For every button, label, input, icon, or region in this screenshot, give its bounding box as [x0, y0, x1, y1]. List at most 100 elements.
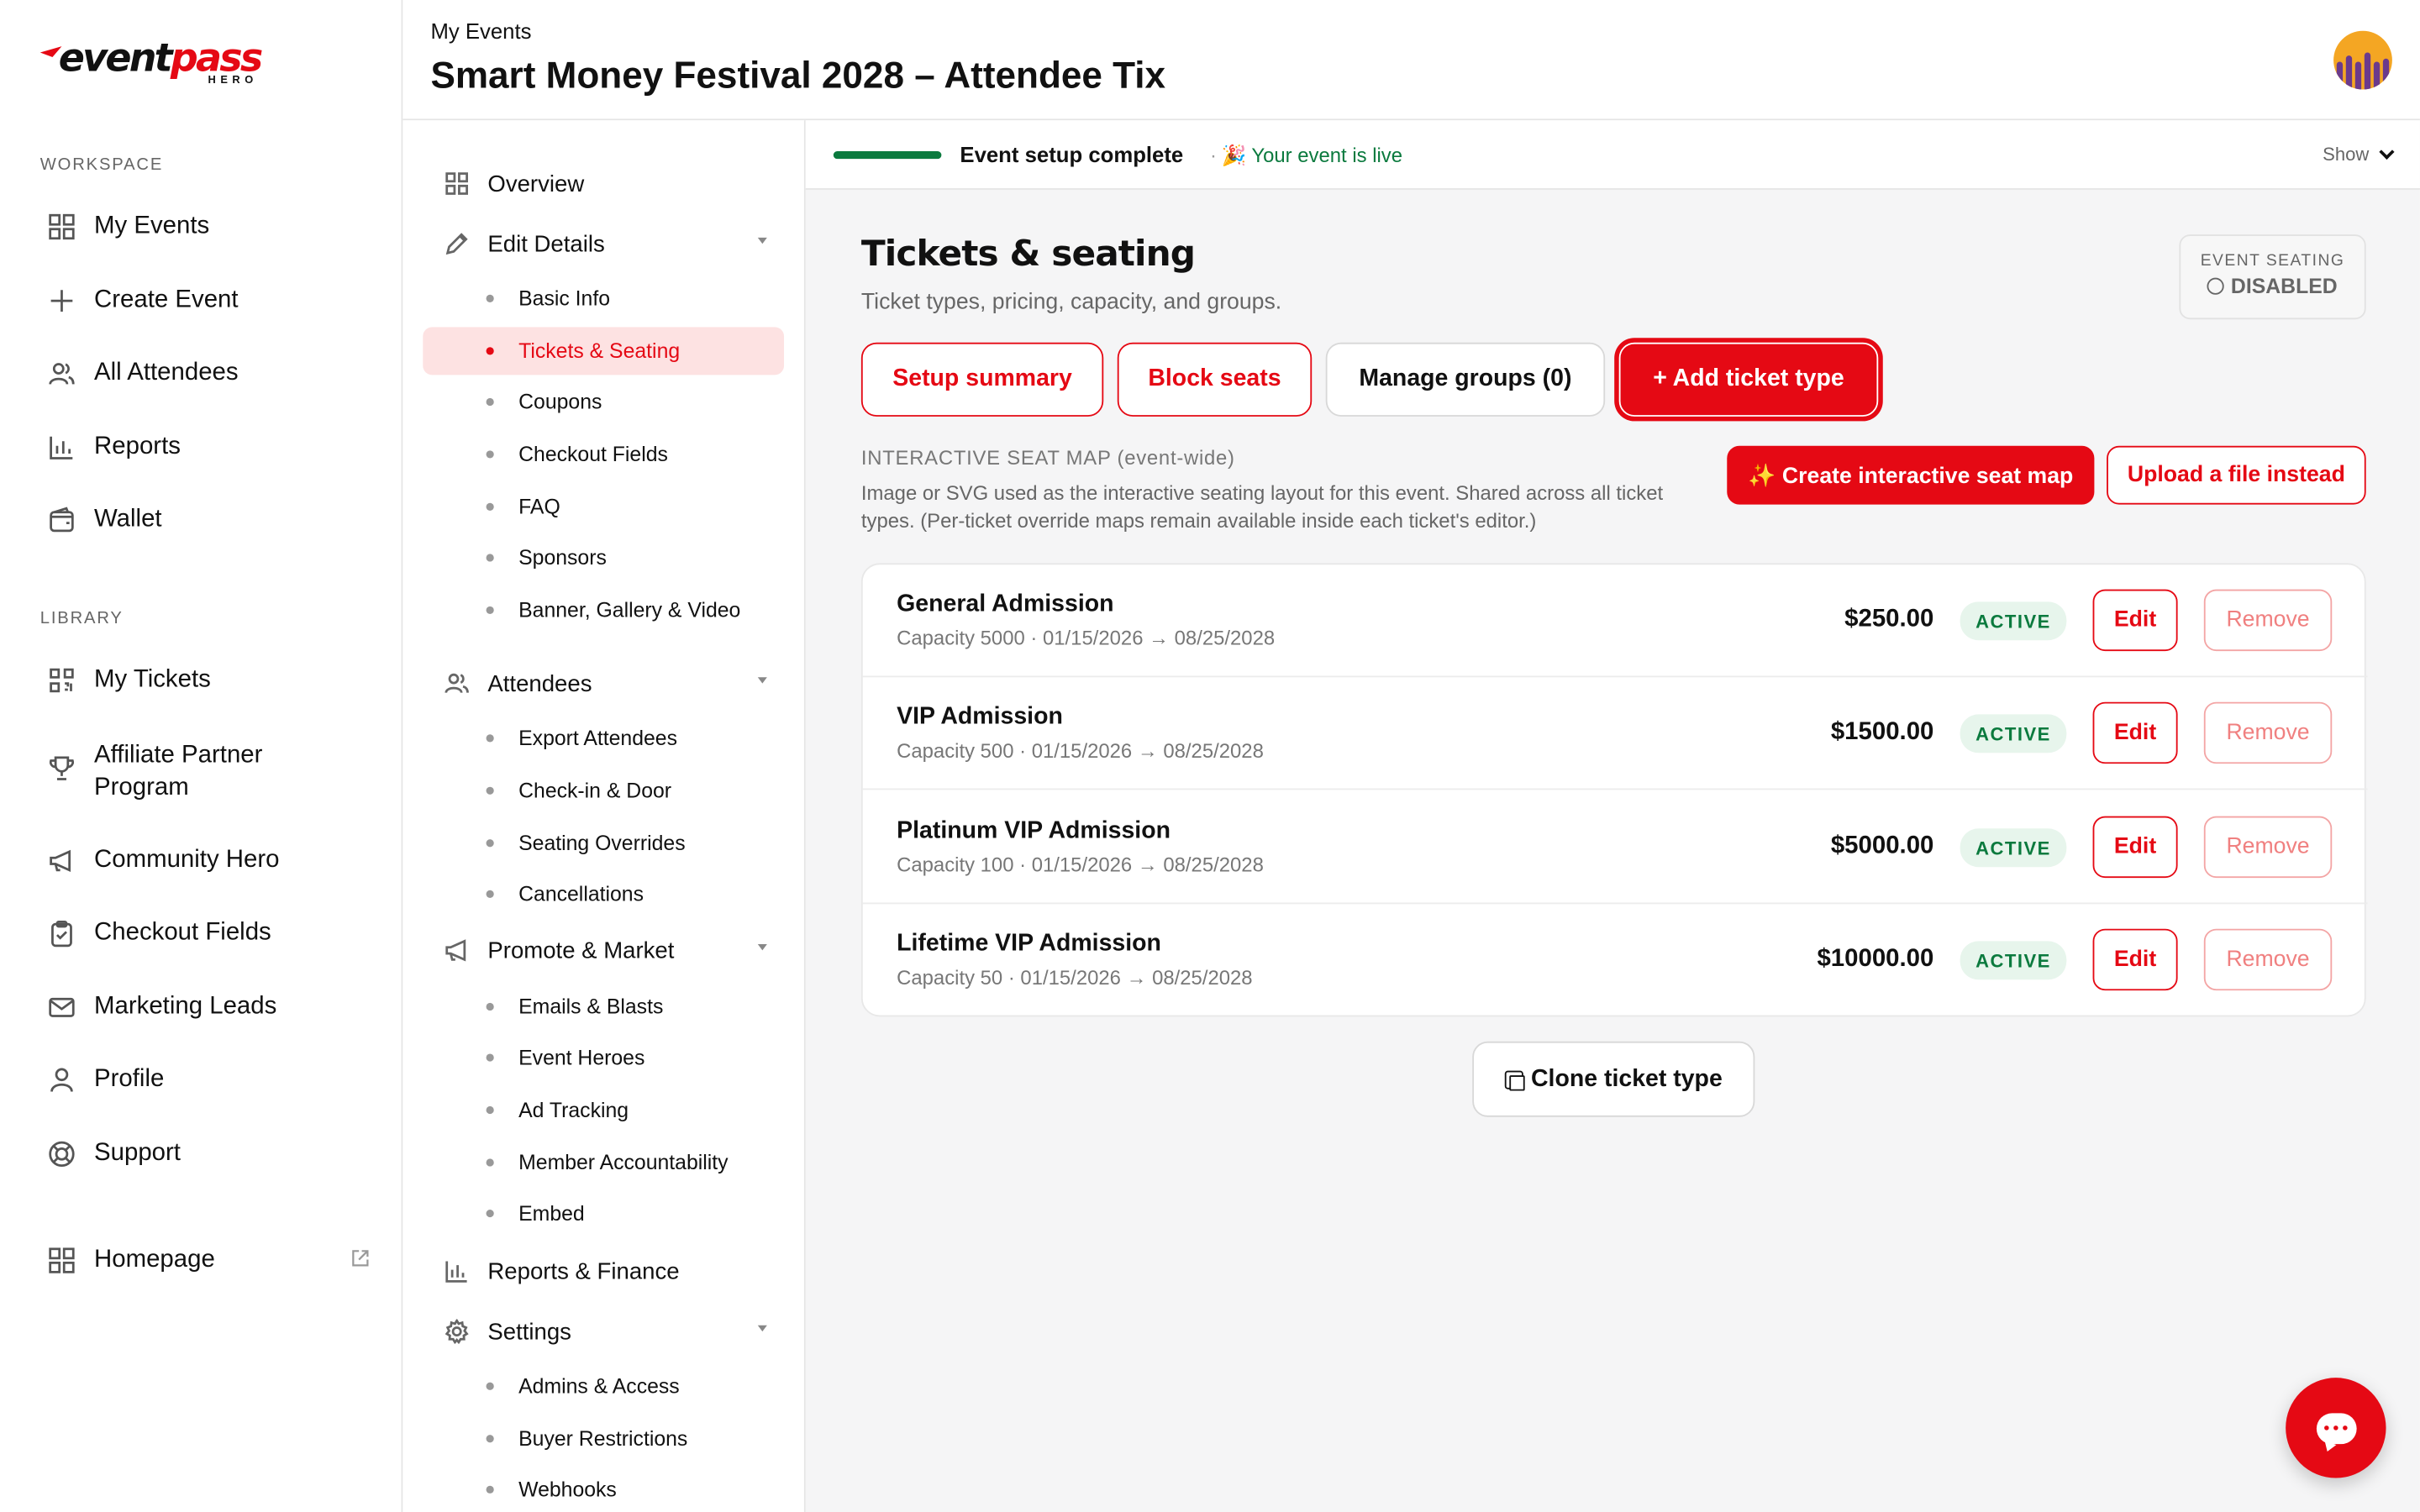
- subnav-item-ad-tracking[interactable]: Ad Tracking: [423, 1086, 784, 1134]
- subnav-reports-finance[interactable]: Reports & Finance: [443, 1257, 767, 1285]
- sidebar-item-label: My Tickets: [94, 666, 211, 693]
- subnav-label: Ad Tracking: [518, 1098, 629, 1122]
- gear-icon: [443, 1318, 471, 1346]
- event-subnav: Overview Edit Details Basic Info Tickets…: [402, 120, 806, 1512]
- subnav-item-faq[interactable]: FAQ: [423, 483, 784, 531]
- subnav-item-admins-access[interactable]: Admins & Access: [423, 1362, 784, 1410]
- breadcrumb[interactable]: My Events: [430, 18, 531, 43]
- status-badge: ACTIVE: [1960, 714, 2067, 753]
- remove-ticket-button[interactable]: Remove: [2203, 701, 2333, 764]
- setup-summary-button[interactable]: Setup summary: [860, 342, 1104, 417]
- ticket-price: $1500.00: [1830, 718, 1934, 746]
- show-toggle[interactable]: Show: [2323, 143, 2395, 165]
- subnav-label: Sponsors: [518, 546, 607, 570]
- sidebar-item-label: All Attendees: [94, 359, 239, 386]
- subnav-item-cancellations[interactable]: Cancellations: [423, 870, 784, 918]
- ticket-row: Platinum VIP Admission Capacity 100 · 01…: [862, 791, 2368, 905]
- subnav-item-sponsors[interactable]: Sponsors: [423, 533, 784, 581]
- sidebar-item-create-event[interactable]: Create Event: [46, 286, 371, 317]
- sidebar-item-support[interactable]: Support: [46, 1138, 371, 1169]
- subnav-label: Checkout Fields: [518, 443, 668, 466]
- remove-ticket-button[interactable]: Remove: [2203, 589, 2333, 652]
- subnav-item-member-accountability[interactable]: Member Accountability: [423, 1138, 784, 1186]
- block-seats-button[interactable]: Block seats: [1117, 342, 1313, 417]
- subnav-settings[interactable]: Settings: [443, 1318, 767, 1346]
- edit-ticket-button[interactable]: Edit: [2092, 928, 2178, 991]
- clone-ticket-button[interactable]: Clone ticket type: [1472, 1041, 1755, 1117]
- sidebar-item-marketing-leads[interactable]: Marketing Leads: [46, 992, 371, 1023]
- grid-icon: [443, 170, 471, 197]
- subnav-item-embed[interactable]: Embed: [423, 1189, 784, 1237]
- chat-button[interactable]: [2286, 1378, 2386, 1478]
- copy-icon: [1504, 1069, 1525, 1090]
- sidebar-item-my-events[interactable]: My Events: [46, 212, 371, 243]
- edit-ticket-button[interactable]: Edit: [2092, 701, 2178, 764]
- subnav-item-buyer-restrictions[interactable]: Buyer Restrictions: [423, 1415, 784, 1462]
- upload-file-button[interactable]: Upload a file instead: [2107, 445, 2366, 505]
- subnav-label: Basic Info: [518, 286, 611, 311]
- chevron-down-icon: [2379, 143, 2395, 160]
- workspace-label: WORKSPACE: [39, 155, 164, 175]
- subnav-item-webhooks[interactable]: Webhooks: [423, 1466, 784, 1512]
- subnav-item-event-heroes[interactable]: Event Heroes: [423, 1034, 784, 1082]
- subnav-label: Check-in & Door: [518, 779, 672, 803]
- sidebar-item-label: Wallet: [94, 506, 162, 533]
- subnav-item-tickets-seating[interactable]: Tickets & Seating: [423, 327, 785, 375]
- subnav-item-seating-overrides[interactable]: Seating Overrides: [423, 819, 784, 867]
- status-badge: ACTIVE: [1960, 828, 2067, 868]
- sidebar-item-label: My Events: [94, 213, 210, 239]
- subnav-item-banner-gallery[interactable]: Banner, Gallery & Video: [423, 586, 784, 634]
- subnav-item-checkout-fields[interactable]: Checkout Fields: [423, 430, 784, 478]
- lifebuoy-icon: [46, 1138, 77, 1169]
- subnav-label: Event Heroes: [518, 1046, 645, 1069]
- remove-ticket-button[interactable]: Remove: [2203, 816, 2333, 879]
- subnav-label: Webhooks: [518, 1478, 617, 1502]
- subnav-promote[interactable]: Promote & Market: [443, 937, 767, 964]
- manage-groups-button[interactable]: Manage groups (0): [1325, 342, 1606, 417]
- add-ticket-type-button[interactable]: + Add ticket type: [1618, 342, 1879, 417]
- logo-main: event: [58, 35, 173, 81]
- clipboard-icon: [46, 918, 77, 949]
- subnav-attendees[interactable]: Attendees: [443, 669, 767, 697]
- edit-ticket-button[interactable]: Edit: [2092, 816, 2178, 879]
- sidebar-item-checkout-fields[interactable]: Checkout Fields: [46, 918, 371, 949]
- sidebar-item-label: Community Hero: [94, 847, 280, 874]
- clone-label: Clone ticket type: [1530, 1065, 1723, 1092]
- avatar[interactable]: [2333, 30, 2392, 90]
- sidebar-item-my-tickets[interactable]: My Tickets: [46, 665, 371, 696]
- sidebar-item-label: Profile: [94, 1066, 165, 1093]
- create-seat-map-button[interactable]: ✨ Create interactive seat map: [1727, 445, 2095, 505]
- subnav-label: Admins & Access: [518, 1374, 680, 1399]
- sidebar-item-homepage[interactable]: Homepage: [46, 1245, 371, 1276]
- chevron-down-icon: [757, 677, 767, 684]
- live-text: 🎉 Your event is live: [1221, 143, 1403, 167]
- subnav-label: FAQ: [518, 495, 560, 519]
- sidebar-item-all-attendees[interactable]: All Attendees: [46, 358, 371, 389]
- ticket-name: Platinum VIP Admission: [897, 817, 1171, 844]
- sidebar-item-profile[interactable]: Profile: [46, 1064, 371, 1095]
- subnav-item-basic-info[interactable]: Basic Info: [423, 275, 784, 323]
- subnav-label: Overview: [487, 170, 585, 197]
- subnav-item-checkin-door[interactable]: Check-in & Door: [423, 767, 784, 815]
- top-bar: My Events Smart Money Festival 2028 – At…: [402, 0, 2420, 121]
- subnav-item-emails-blasts[interactable]: Emails & Blasts: [423, 983, 784, 1031]
- subnav-edit-details[interactable]: Edit Details: [443, 230, 767, 258]
- edit-ticket-button[interactable]: Edit: [2092, 589, 2178, 652]
- subnav-item-coupons[interactable]: Coupons: [423, 378, 784, 426]
- sidebar-item-community-hero[interactable]: Community Hero: [46, 846, 371, 877]
- users-icon: [46, 358, 77, 389]
- subnav-overview[interactable]: Overview: [443, 170, 767, 197]
- sidebar-item-wallet[interactable]: Wallet: [46, 505, 371, 536]
- subnav-item-export-attendees[interactable]: Export Attendees: [423, 714, 784, 762]
- remove-ticket-button[interactable]: Remove: [2203, 928, 2333, 991]
- sidebar-item-affiliate[interactable]: Affiliate Partner Program: [46, 739, 371, 804]
- page-title: Smart Money Festival 2028 – Attendee Tix: [430, 55, 1166, 97]
- logo[interactable]: eventpass HERO: [39, 35, 263, 87]
- plus-icon: [46, 286, 77, 317]
- ticket-row: Lifetime VIP Admission Capacity 50 · 01/…: [863, 904, 2368, 1016]
- subnav-label: Settings: [487, 1318, 571, 1345]
- users-icon: [443, 669, 471, 697]
- sidebar-item-reports[interactable]: Reports: [46, 432, 371, 463]
- ticket-meta: Capacity 5000 · 01/15/2026 → 08/25/2028: [897, 626, 1276, 650]
- qr-icon: [46, 665, 77, 696]
